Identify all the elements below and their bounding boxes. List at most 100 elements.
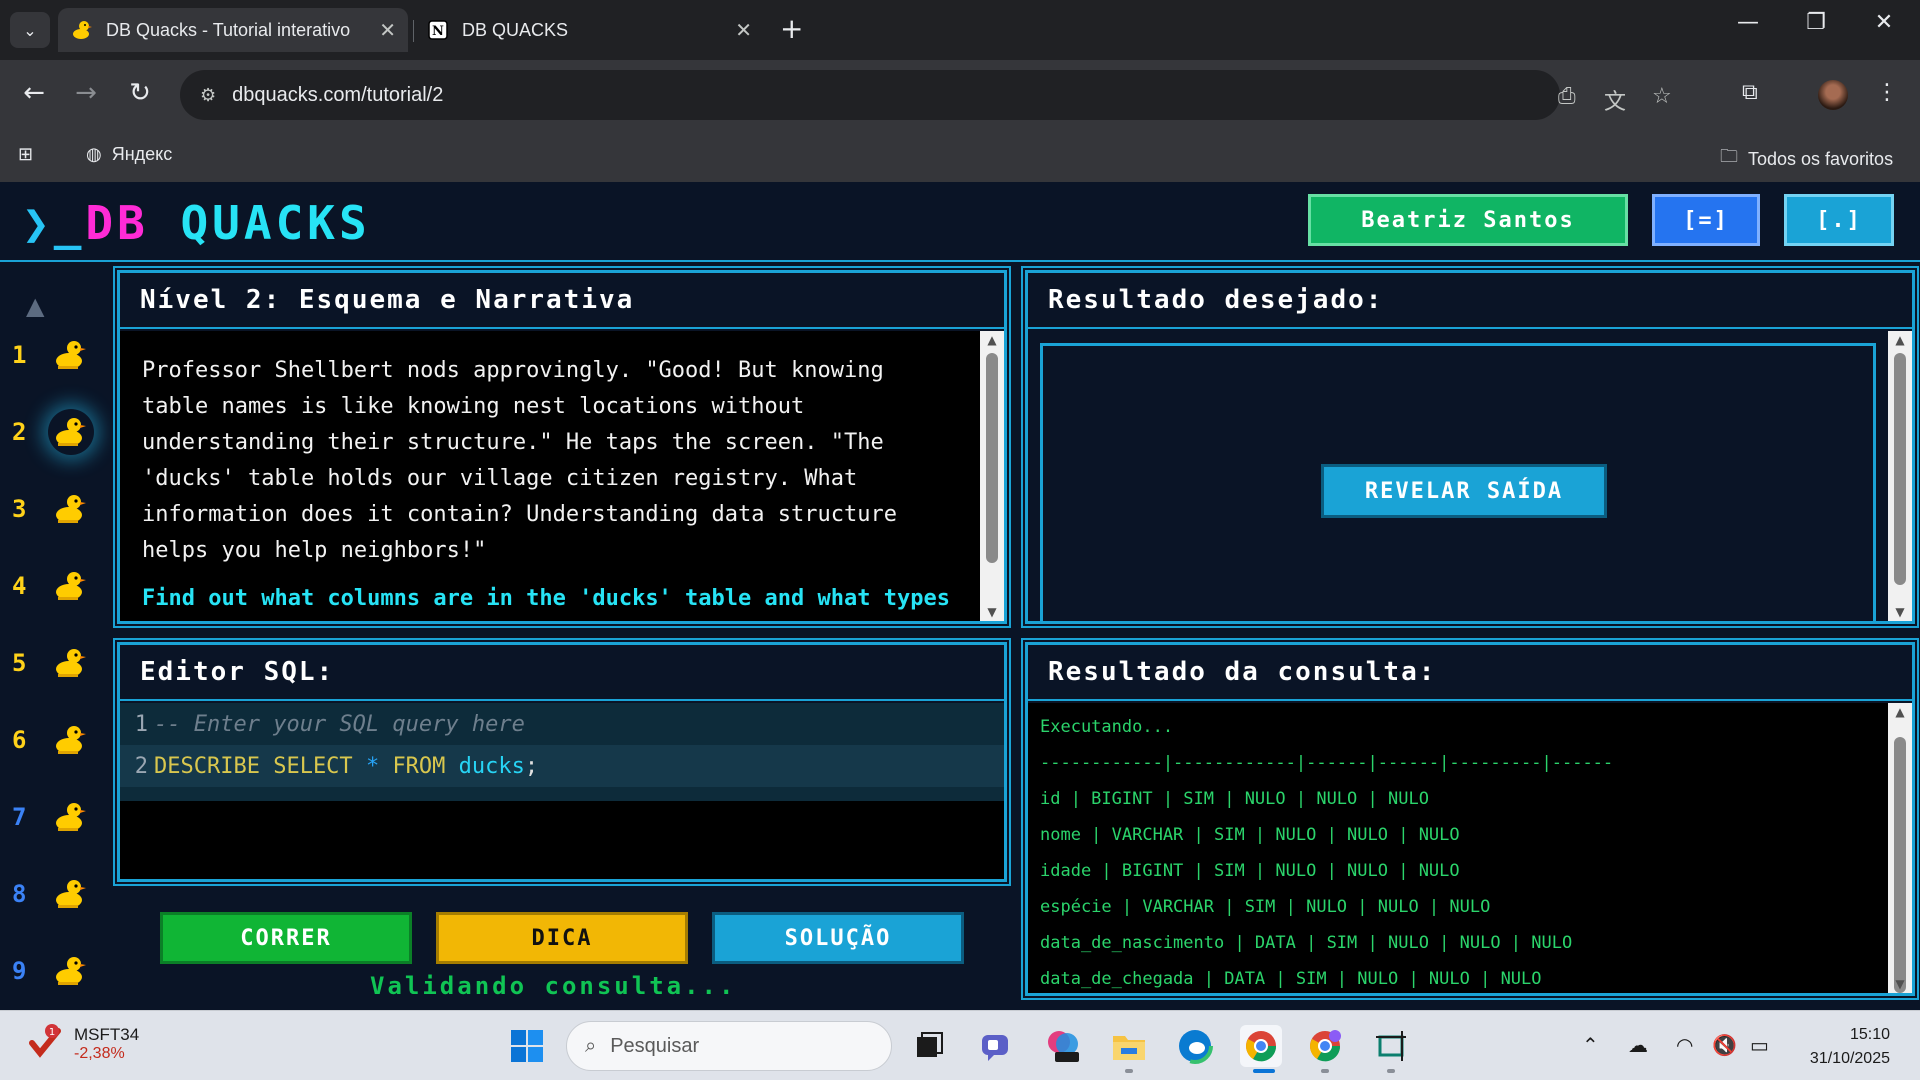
scroll-up-arrow-icon[interactable]: ▲ [1888, 333, 1912, 347]
narrative-scrollbar[interactable]: ▲ ▼ [980, 331, 1004, 621]
level-item[interactable]: 8 [8, 865, 108, 923]
result-line: id | BIGINT | SIM | NULO | NULO | NULO [1040, 789, 1429, 809]
stock-name: MSFT34 [74, 1024, 140, 1044]
scroll-thumb[interactable] [1894, 737, 1906, 993]
scroll-down-arrow-icon[interactable]: ▼ [1888, 605, 1912, 619]
level-item[interactable]: 7 [8, 788, 108, 846]
app-logo[interactable]: ❯_DB QUACKS [22, 196, 371, 250]
chevron-down-icon: ⌄ [23, 20, 37, 40]
level-item[interactable]: 5 [8, 634, 108, 692]
close-tab-icon[interactable]: ✕ [735, 18, 752, 43]
view-toggle-button[interactable]: [.] [1784, 194, 1894, 246]
close-tab-icon[interactable]: ✕ [379, 18, 396, 43]
code-line-1[interactable]: 1 -- Enter your SQL query here [120, 703, 1004, 745]
running-indicator [1387, 1069, 1395, 1073]
db-quacks-app: ❯_DB QUACKS Beatriz Santos [=] [.] ▲ 1 2 3… [0, 182, 1920, 1010]
svg-text:1: 1 [49, 1027, 55, 1038]
desired-scrollbar[interactable]: ▲ ▼ [1888, 331, 1912, 621]
translate-icon[interactable]: 文 [1604, 84, 1626, 116]
snipping-tool-icon[interactable] [1370, 1025, 1412, 1067]
result-line: data_de_nascimento | DATA | SIM | NULO |… [1040, 933, 1573, 953]
browser-toolbar: ← → ↻ ⚙ dbquacks.com/tutorial/2 ⎙ 文 ☆ ⧉ … [0, 60, 1920, 130]
level-number: 1 [12, 341, 27, 369]
tab-search-button[interactable]: ⌄ [10, 12, 50, 48]
back-icon[interactable]: ← [16, 78, 52, 108]
stock-widget[interactable]: 1 MSFT34 -2,38% [28, 1023, 139, 1064]
battery-icon[interactable]: ▭ [1750, 1033, 1769, 1058]
scroll-down-arrow-icon[interactable]: ▼ [980, 605, 1004, 619]
logo-prompt: ❯_ [22, 196, 86, 250]
edge-icon[interactable] [1174, 1025, 1216, 1067]
level-item[interactable]: 3 [8, 480, 108, 538]
teams-icon[interactable] [974, 1025, 1016, 1067]
file-explorer-icon[interactable] [1108, 1025, 1150, 1067]
user-button[interactable]: Beatriz Santos [1308, 194, 1628, 246]
tab-dbquacks-tutorial[interactable]: DB Quacks - Tutorial interativo ✕ [58, 8, 408, 52]
menu-icon[interactable]: ⋮ [1876, 80, 1898, 105]
site-info-icon[interactable]: ⚙ [200, 85, 216, 106]
level-item[interactable]: 6 [8, 711, 108, 769]
sql-keyword: FROM [392, 753, 446, 779]
onedrive-off-icon[interactable]: ☁ [1628, 1033, 1648, 1058]
scroll-thumb[interactable] [986, 353, 998, 563]
level-number: 3 [12, 495, 27, 523]
volume-muted-icon[interactable]: 🔇 [1712, 1033, 1737, 1058]
code-line-2[interactable]: 2 DESCRIBE SELECT * FROM ducks; [120, 745, 1004, 787]
result-scrollbar[interactable]: ▲ ▼ [1888, 703, 1912, 993]
chevron-up-icon[interactable]: ⌃ [1582, 1033, 1599, 1058]
all-bookmarks[interactable]: 🗀 Todos os favoritos [1720, 144, 1893, 174]
run-button[interactable]: CORRER [160, 912, 412, 964]
level-number: 8 [12, 880, 27, 908]
duck-icon [48, 486, 94, 532]
taskbar-search[interactable]: ⌕ Pesquisar [566, 1021, 892, 1071]
extensions-icon[interactable]: ⧉ [1742, 80, 1758, 105]
scroll-up-arrow-icon[interactable]: ▲ [980, 333, 1004, 347]
windows-start-icon[interactable] [506, 1025, 548, 1067]
level-item[interactable]: 4 [8, 557, 108, 615]
narrative-title: Nível 2: Esquema e Narrativa [120, 273, 1004, 329]
validation-status: Validando consulta... [370, 972, 737, 1000]
restore-icon[interactable]: ❐ [1786, 10, 1846, 35]
scroll-up-icon[interactable]: ▲ [26, 292, 44, 320]
sql-punctuation: ; [524, 753, 539, 779]
layout-toggle-button[interactable]: [=] [1652, 194, 1760, 246]
duck-icon [70, 18, 94, 42]
bookmark-yandex[interactable]: ◍ Яндекс [86, 144, 172, 165]
tab-dbquacks-notion[interactable]: N DB QUACKS ✕ [414, 8, 764, 52]
level-number: 5 [12, 649, 27, 677]
scroll-thumb[interactable] [1894, 353, 1906, 585]
scroll-up-arrow-icon[interactable]: ▲ [1888, 705, 1912, 719]
reveal-output-button[interactable]: REVELAR SAÍDA [1321, 464, 1607, 518]
solution-button[interactable]: SOLUÇÃO [712, 912, 964, 964]
level-item[interactable]: 2 [8, 403, 108, 461]
hint-button[interactable]: DICA [436, 912, 688, 964]
close-window-icon[interactable]: ✕ [1854, 10, 1914, 35]
notion-icon: N [426, 18, 450, 42]
level-item[interactable]: 9 [8, 942, 108, 1000]
sql-editor[interactable]: 1 -- Enter your SQL query here 2 DESCRIB… [120, 703, 1004, 801]
address-bar[interactable]: ⚙ dbquacks.com/tutorial/2 ⎙ 文 ☆ [180, 70, 1672, 120]
scroll-down-arrow-icon[interactable]: ▼ [1888, 977, 1912, 991]
apps-grid-icon[interactable]: ⊞ [18, 144, 33, 165]
install-app-icon[interactable]: ⎙ [1558, 84, 1576, 109]
m365-icon[interactable] [1042, 1025, 1084, 1067]
sql-editor-title: Editor SQL: [120, 645, 1004, 701]
narrative-text: Professor Shellbert nods approvingly. "G… [142, 358, 897, 563]
minimize-icon[interactable]: — [1718, 10, 1778, 35]
reload-icon[interactable]: ↻ [122, 78, 158, 108]
profile-avatar[interactable] [1818, 80, 1848, 110]
task-view-icon[interactable] [908, 1025, 950, 1067]
duck-icon [48, 332, 94, 378]
clock-date: 31/10/2025 [1809, 1050, 1890, 1067]
editor-empty-area[interactable] [120, 801, 1004, 879]
bookmark-star-icon[interactable]: ☆ [1652, 84, 1672, 109]
clock[interactable]: 15:10 31/10/2025 [1790, 1023, 1890, 1071]
forward-icon[interactable]: → [68, 78, 104, 108]
chrome-icon-active[interactable] [1240, 1025, 1282, 1067]
query-result-output: Executando... ------------|------------|-… [1028, 703, 1888, 993]
chrome-profile-icon[interactable] [1304, 1025, 1346, 1067]
logo-db: DB [85, 196, 149, 250]
new-tab-button[interactable]: + [780, 14, 803, 44]
level-item[interactable]: 1 [8, 326, 108, 384]
wifi-icon[interactable]: ◠ [1676, 1033, 1693, 1058]
